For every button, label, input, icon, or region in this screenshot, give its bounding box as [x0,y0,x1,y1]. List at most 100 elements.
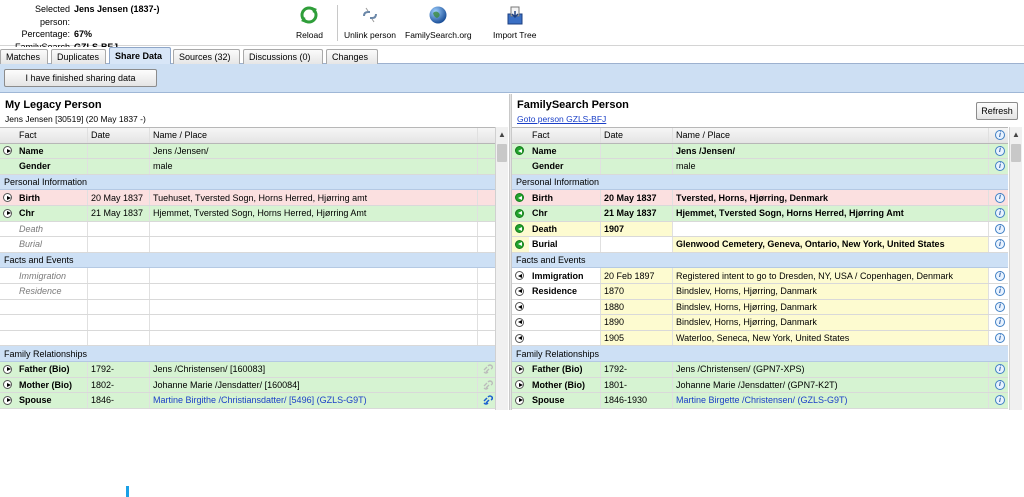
unlink-person-button[interactable]: Unlink person [344,4,396,40]
expand-arrow-icon[interactable] [515,395,524,405]
relationship-row-mother[interactable]: Mother (Bio) 1801- Johanne Marie /Jensda… [512,377,1008,394]
expand-arrow-icon[interactable] [3,395,12,405]
fact-row-name[interactable]: Name Jens /Jensen/ i [512,143,1008,160]
expand-arrow-icon[interactable] [3,193,12,203]
relationship-row-father[interactable]: Father (Bio) 1792- Jens /Christensen/ [1… [0,361,495,378]
expand-arrow-icon[interactable] [3,364,12,374]
expand-arrow-icon[interactable] [3,380,12,390]
info-icon[interactable]: i [995,395,1005,406]
copy-left-arrow-icon[interactable] [515,224,524,234]
column-header-place[interactable]: Name / Place [150,128,478,143]
reload-button[interactable]: Reload [296,4,323,40]
finished-sharing-button[interactable]: I have finished sharing data [4,69,157,87]
fact-row-gender[interactable]: Gender male [0,159,495,175]
fact-row-residence-4[interactable]: 1905 Waterloo, Seneca, New York, United … [512,330,1008,347]
fact-row-chr[interactable]: Chr 21 May 1837 Hjemmet, Tversted Sogn, … [512,205,1008,222]
copy-left-arrow-icon[interactable] [515,302,524,312]
link-icon[interactable] [478,378,495,393]
fact-date: 20 May 1837 [88,190,150,205]
toolbar-separator [337,5,338,41]
info-icon[interactable]: i [995,270,1005,281]
info-icon[interactable]: i [995,223,1005,234]
fact-row-residence-3[interactable]: 1890 Bindslev, Horns, Hjørring, Danmark … [512,315,1008,331]
info-icon[interactable]: i [995,145,1005,156]
fact-row-burial[interactable]: Burial Glenwood Cemetery, Geneva, Ontari… [512,237,1008,253]
info-icon[interactable]: i [995,161,1005,172]
tab-share-data[interactable]: Share Data [109,47,171,64]
copy-left-arrow-icon[interactable] [515,333,524,343]
fact-row-burial[interactable]: Burial [0,237,495,253]
scroll-up-icon[interactable]: ▲ [496,127,508,142]
relationship-row-father[interactable]: Father (Bio) 1792- Jens /Christensen/ (G… [512,361,1008,378]
column-header-date[interactable]: Date [88,128,150,143]
fact-row-chr[interactable]: Chr 21 May 1837 Hjemmet, Tversted Sogn, … [0,205,495,222]
relationship-row-spouse[interactable]: Spouse 1846-1930 Martine Birgette /Chris… [512,393,1008,409]
refresh-button[interactable]: Refresh [976,102,1018,120]
fact-row-death[interactable]: Death 1907 i [512,221,1008,238]
copy-left-arrow-icon[interactable] [515,286,524,296]
goto-person-link[interactable]: Goto person GZLS-BFJ [517,114,606,124]
fact-label: Name [529,143,601,159]
fact-date: 1846-1930 [601,393,673,408]
legacy-scrollbar[interactable]: ▲ [495,127,508,410]
info-icon[interactable]: i [995,317,1005,328]
fact-date: 1907 [601,221,673,237]
familysearch-scrollbar[interactable]: ▲ [1009,127,1022,410]
scroll-thumb[interactable] [1011,144,1021,162]
relationship-row-spouse[interactable]: Spouse 1846- Martine Birgithe /Christian… [0,393,495,409]
tab-matches[interactable]: Matches [0,49,48,64]
familysearch-org-button[interactable]: FamilySearch.org [405,4,472,40]
link-icon[interactable] [478,362,495,377]
tab-changes[interactable]: Changes [326,49,378,64]
column-header-date[interactable]: Date [601,128,673,143]
fact-row-residence[interactable]: Residence 1870 Bindslev, Horns, Hjørring… [512,283,1008,300]
fact-row-name[interactable]: Name Jens /Jensen/ [0,143,495,160]
tab-discussions[interactable]: Discussions (0) [243,49,323,64]
fact-value[interactable]: Martine Birgette /Christensen/ (GZLS-G9T… [673,393,989,408]
import-tree-button[interactable]: Import Tree [493,4,536,40]
tab-sources[interactable]: Sources (32) [173,49,240,64]
copy-left-arrow-icon[interactable] [515,239,524,249]
expand-arrow-icon[interactable] [3,208,12,218]
fact-row-birth[interactable]: Birth 20 May 1837 Tuehuset, Tversted Sog… [0,190,495,206]
copy-left-arrow-icon[interactable] [515,146,524,156]
linked-icon[interactable] [478,393,495,408]
column-header-place[interactable]: Name / Place [673,128,989,143]
help-icon[interactable]: i [995,130,1005,141]
fact-row-residence-2[interactable]: 1880 Bindslev, Horns, Hjørring, Danmark … [512,299,1008,316]
fact-row-residence[interactable]: Residence [0,283,495,300]
fact-row-birth[interactable]: Birth 20 May 1837 Tversted, Horns, Hjørr… [512,190,1008,206]
copy-left-arrow-icon[interactable] [515,208,524,218]
info-icon[interactable]: i [995,333,1005,344]
fact-row-gender[interactable]: Gender male i [512,159,1008,175]
info-icon[interactable]: i [995,364,1005,375]
info-icon[interactable]: i [995,239,1005,250]
expand-arrow-icon[interactable] [3,146,12,156]
info-icon[interactable]: i [995,286,1005,297]
fact-row-immigration[interactable]: Immigration [0,268,495,284]
fact-date [88,159,150,174]
info-icon[interactable]: i [995,301,1005,312]
fact-row-death[interactable]: Death [0,221,495,238]
scroll-thumb[interactable] [497,144,507,162]
info-icon[interactable]: i [995,379,1005,390]
copy-left-arrow-icon[interactable] [515,317,524,327]
fact-value: Hjemmet, Tversted Sogn, Horns Herred, Hj… [673,205,989,221]
fact-label: Burial [16,237,88,252]
column-header-fact[interactable]: Fact [16,128,88,143]
expand-arrow-icon[interactable] [515,364,524,374]
relationship-row-mother[interactable]: Mother (Bio) 1802- Johanne Marie /Jensda… [0,377,495,394]
info-icon[interactable]: i [995,192,1005,203]
tab-duplicates[interactable]: Duplicates [51,49,106,64]
copy-left-arrow-icon[interactable] [515,193,524,203]
copy-left-arrow-icon[interactable] [515,271,524,281]
scroll-up-icon[interactable]: ▲ [1010,127,1022,142]
familysearch-panel-title: FamilySearch Person [517,99,629,111]
column-header-fact[interactable]: Fact [529,128,601,143]
info-icon[interactable]: i [995,208,1005,219]
fact-value [673,221,989,237]
fact-value[interactable]: Martine Birgithe /Christiansdatter/ [549… [150,393,478,408]
legacy-panel-title: My Legacy Person [5,99,102,111]
fact-row-immigration[interactable]: Immigration 20 Feb 1897 Registered inten… [512,268,1008,284]
expand-arrow-icon[interactable] [515,380,524,390]
